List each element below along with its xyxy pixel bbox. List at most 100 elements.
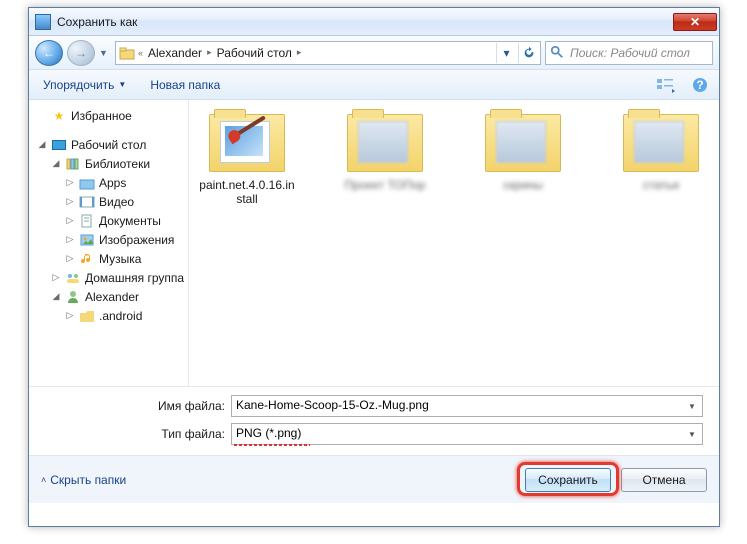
folder-item[interactable]: Проект ТОПор	[335, 114, 435, 192]
new-folder-label: Новая папка	[150, 78, 220, 92]
chevron-up-icon: ˄	[41, 475, 46, 485]
organize-button[interactable]: Упорядочить ▼	[37, 75, 132, 95]
save-as-dialog: Сохранить как ✕ ← → ▼ « Alexander ▸ Рабо…	[28, 7, 720, 527]
folder-icon	[485, 114, 561, 172]
new-folder-button[interactable]: Новая папка	[144, 75, 226, 95]
filetype-value: PNG (*.png)	[236, 426, 301, 440]
window-title: Сохранить как	[57, 15, 673, 29]
expand-icon[interactable]: ▷	[65, 234, 75, 245]
sidebar-item-user[interactable]: ◢Alexander	[37, 287, 188, 306]
titlebar[interactable]: Сохранить как ✕	[29, 8, 719, 36]
history-dropdown[interactable]: ▼	[99, 48, 111, 58]
help-icon: ?	[692, 77, 708, 93]
folder-icon	[79, 308, 95, 324]
sidebar-item-apps[interactable]: ▷Apps	[37, 173, 188, 192]
item-label: Проект ТОПор	[335, 178, 435, 192]
body: ★Избранное ◢Рабочий стол ◢Библиотеки ▷Ap…	[29, 100, 719, 386]
sidebar-item-libraries[interactable]: ◢Библиотеки	[37, 154, 188, 173]
sidebar[interactable]: ★Избранное ◢Рабочий стол ◢Библиотеки ▷Ap…	[29, 100, 189, 386]
documents-icon	[79, 213, 95, 229]
expand-icon[interactable]: ▷	[65, 215, 75, 226]
music-icon	[79, 251, 95, 267]
save-fields: Имя файла: Kane-Home-Scoop-15-Oz.-Mug.pn…	[29, 386, 719, 455]
filename-label: Имя файла:	[147, 399, 225, 413]
svg-text:?: ?	[696, 78, 703, 92]
filename-value: Kane-Home-Scoop-15-Oz.-Mug.png	[236, 398, 429, 412]
sidebar-item-favorites[interactable]: ★Избранное	[37, 106, 188, 125]
expand-icon[interactable]: ▷	[65, 253, 75, 264]
chevron-right-icon[interactable]: ▸	[297, 47, 302, 58]
addr-dropdown[interactable]: ▾	[496, 43, 516, 63]
highlight-underline	[234, 444, 310, 446]
user-icon	[65, 289, 81, 305]
chevron-right-icon[interactable]: ▸	[207, 47, 212, 58]
cancel-label: Отмена	[642, 473, 685, 487]
location-icon	[118, 44, 136, 62]
folder-item[interactable]: статьи	[611, 114, 711, 192]
filetype-label: Тип файла:	[147, 427, 225, 441]
breadcrumb-sep: «	[138, 48, 143, 58]
arrow-right-icon: →	[75, 46, 87, 60]
chevron-down-icon: ▼	[118, 80, 126, 89]
cancel-button[interactable]: Отмена	[621, 468, 707, 492]
chevron-down-icon[interactable]: ▼	[684, 398, 700, 414]
expand-icon[interactable]: ▷	[65, 196, 75, 207]
search-icon	[550, 45, 566, 61]
back-button[interactable]: ←	[35, 40, 63, 66]
collapse-icon[interactable]: ◢	[51, 158, 61, 169]
sidebar-item-homegroup[interactable]: ▷Домашняя группа	[37, 268, 188, 287]
refresh-icon	[522, 46, 536, 60]
filetype-select[interactable]: PNG (*.png) ▼	[231, 423, 703, 445]
expand-icon[interactable]: ▷	[65, 310, 75, 321]
sidebar-item-pictures[interactable]: ▷Изображения	[37, 230, 188, 249]
close-button[interactable]: ✕	[673, 13, 717, 31]
sidebar-item-documents[interactable]: ▷Документы	[37, 211, 188, 230]
filename-input[interactable]: Kane-Home-Scoop-15-Oz.-Mug.png ▼	[231, 395, 703, 417]
folder-item[interactable]: paint.net.4.0.16.install	[197, 114, 297, 207]
app-icon	[35, 14, 51, 30]
search-placeholder: Поиск: Рабочий стол	[570, 46, 690, 60]
item-label: paint.net.4.0.16.install	[197, 178, 297, 207]
collapse-icon[interactable]: ◢	[51, 291, 61, 302]
item-label: статьи	[611, 178, 711, 192]
hide-folders-label: Скрыть папки	[50, 473, 126, 487]
search-input[interactable]: Поиск: Рабочий стол	[545, 41, 713, 65]
view-icon	[657, 77, 675, 93]
sidebar-item-android[interactable]: ▷.android	[37, 306, 188, 325]
forward-button[interactable]: →	[67, 40, 95, 66]
folder-icon	[347, 114, 423, 172]
video-icon	[79, 194, 95, 210]
folder-icon	[209, 114, 285, 172]
view-button[interactable]	[655, 74, 677, 96]
file-list[interactable]: paint.net.4.0.16.install Проект ТОПор ск…	[189, 100, 719, 386]
address-bar[interactable]: « Alexander ▸ Рабочий стол ▸ ▾	[115, 41, 541, 65]
footer: ˄ Скрыть папки Сохранить Отмена	[29, 455, 719, 503]
folder-icon	[79, 175, 95, 191]
collapse-icon[interactable]: ◢	[37, 139, 47, 150]
sidebar-item-desktop[interactable]: ◢Рабочий стол	[37, 135, 188, 154]
save-label: Сохранить	[538, 473, 598, 487]
expand-icon[interactable]: ▷	[51, 272, 61, 283]
pictures-icon	[79, 232, 95, 248]
hide-folders-link[interactable]: ˄ Скрыть папки	[41, 473, 126, 487]
star-icon: ★	[51, 108, 67, 124]
refresh-button[interactable]	[518, 43, 538, 63]
navigation-bar: ← → ▼ « Alexander ▸ Рабочий стол ▸ ▾ Пои…	[29, 36, 719, 70]
sidebar-item-video[interactable]: ▷Видео	[37, 192, 188, 211]
homegroup-icon	[65, 270, 81, 286]
libraries-icon	[65, 156, 81, 172]
expand-icon[interactable]: ▷	[65, 177, 75, 188]
chevron-down-icon[interactable]: ▼	[684, 426, 700, 442]
save-button[interactable]: Сохранить	[525, 468, 611, 492]
organize-label: Упорядочить	[43, 78, 114, 92]
breadcrumb-seg-1[interactable]: Alexander	[145, 46, 205, 60]
close-icon: ✕	[690, 15, 700, 29]
folder-item[interactable]: скрины	[473, 114, 573, 192]
sidebar-item-music[interactable]: ▷Музыка	[37, 249, 188, 268]
breadcrumb-seg-2[interactable]: Рабочий стол	[214, 46, 295, 60]
monitor-icon	[51, 137, 67, 153]
item-label: скрины	[473, 178, 573, 192]
help-button[interactable]: ?	[689, 74, 711, 96]
toolbar: Упорядочить ▼ Новая папка ?	[29, 70, 719, 100]
folder-icon	[623, 114, 699, 172]
